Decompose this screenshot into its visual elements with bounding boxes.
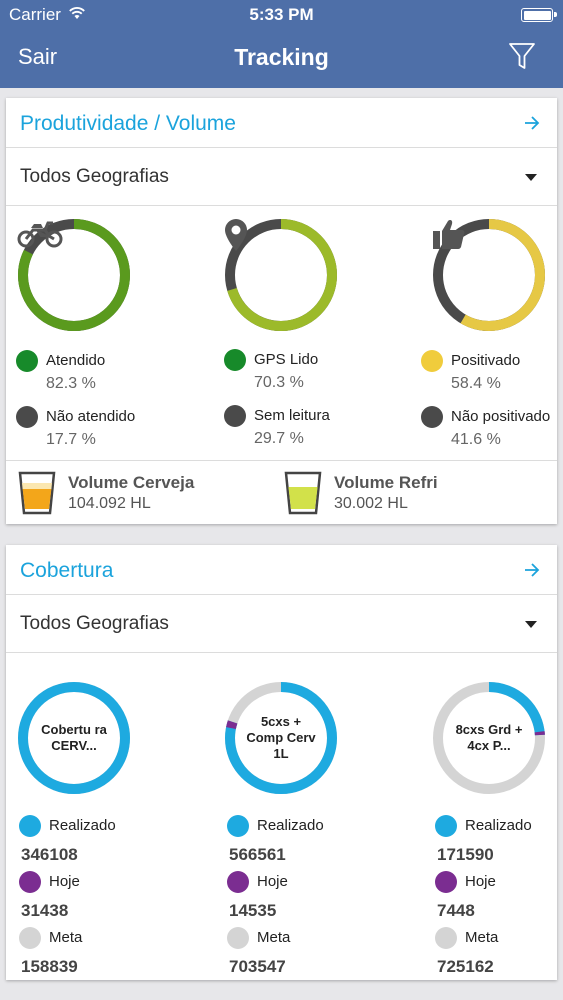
volume-refri-value: 30.002 HL: [334, 495, 408, 512]
app-header: Carrier 5:33 PM Sair Tracking: [0, 0, 563, 88]
legend-dot: [19, 927, 41, 949]
legend-label: Meta: [465, 929, 499, 946]
legend-dot: [435, 871, 457, 893]
thumbs-up-icon: [433, 220, 465, 249]
legend-dot: [227, 927, 249, 949]
motorcycle-icon: [17, 221, 63, 248]
caret-down-icon: [525, 174, 537, 181]
geo-dropdown-value: Todos Geografias: [20, 166, 169, 187]
legend-dot: [435, 815, 457, 837]
legend-label: Hoje: [257, 873, 288, 890]
legend-value: 31438: [21, 901, 69, 920]
gps-ring: [224, 218, 338, 332]
productivity-card: Produtividade / Volume Todos Geografias: [6, 98, 557, 524]
legend-value: 17.7 %: [46, 431, 96, 448]
legend-value: 346108: [21, 845, 78, 864]
coverage-ring-label: 5cxs + Comp Cerv 1L: [246, 714, 316, 761]
legend-dot: [19, 815, 41, 837]
caret-down-icon: [525, 621, 537, 628]
coverage-ring: Cobertu ra CERV...: [17, 681, 131, 795]
legend-label: GPS Lido: [254, 351, 319, 368]
filter-icon[interactable]: [507, 40, 537, 72]
legend-dot: [19, 871, 41, 893]
legend-dot: [421, 406, 443, 428]
arrow-right-icon[interactable]: [523, 561, 541, 579]
legend-label: Meta: [257, 929, 291, 946]
legend-dot: [224, 349, 246, 371]
battery-icon: [521, 8, 557, 22]
legend-label: Não positivado: [451, 408, 551, 425]
legend-dot: [435, 927, 457, 949]
page-title: Tracking: [234, 44, 329, 70]
legend-value: 171590: [437, 845, 494, 864]
beer-glass-icon: [18, 471, 56, 515]
location-pin-icon: [225, 219, 247, 251]
legend-label: Meta: [49, 929, 83, 946]
coverage-card-title: Cobertura: [20, 559, 114, 582]
volume-cerveja-value: 104.092 HL: [68, 495, 151, 512]
legend-value: 82.3 %: [46, 375, 96, 392]
arrow-right-icon[interactable]: [523, 114, 541, 132]
legend-value: 7448: [437, 901, 475, 920]
legend-value: 703547: [229, 957, 286, 976]
legend-label: Realizado: [49, 817, 116, 834]
legend-value: 41.6 %: [451, 431, 501, 448]
geo-dropdown-value: Todos Geografias: [20, 613, 169, 634]
legend-dot: [421, 350, 443, 372]
legend-label: Não atendido: [46, 408, 136, 425]
clock: 5:33 PM: [249, 5, 314, 24]
productivity-card-title: Produtividade / Volume: [20, 112, 236, 135]
legend-label: Positivado: [451, 352, 521, 369]
coverage-card: Cobertura Todos Geografias Cobertu ra CE…: [6, 545, 557, 980]
coverage-geo-dropdown[interactable]: Todos Geografias: [6, 595, 557, 653]
positivation-ring: [432, 218, 546, 332]
legend-dot: [224, 405, 246, 427]
legend-value: 158839: [21, 957, 78, 976]
legend-value: 14535: [229, 901, 277, 920]
volume-row: Volume Cerveja 104.092 HL Volume Refri 3…: [6, 460, 557, 524]
legend-dot: [227, 815, 249, 837]
volume-cerveja-title: Volume Cerveja: [68, 473, 195, 492]
legend-value: 725162: [437, 957, 494, 976]
legend-label: Sem leitura: [254, 407, 330, 424]
coverage-ring-label: 8cxs Grd + 4cx P...: [455, 722, 523, 753]
legend-dot: [227, 871, 249, 893]
legend-value: 566561: [229, 845, 286, 864]
coverage-ring-label: Cobertu ra CERV...: [41, 722, 107, 753]
volume-refri-title: Volume Refri: [334, 473, 438, 492]
productivity-geo-dropdown[interactable]: Todos Geografias: [6, 148, 557, 206]
coverage-ring: 5cxs + Comp Cerv 1L: [224, 681, 338, 795]
soda-glass-icon: [284, 471, 322, 515]
legend-label: Realizado: [465, 817, 532, 834]
legend-dot: [16, 350, 38, 372]
legend-dot: [16, 406, 38, 428]
coverage-ring: 8cxs Grd + 4cx P...: [432, 681, 546, 795]
legend-label: Realizado: [257, 817, 324, 834]
coverage-card-header[interactable]: Cobertura: [6, 545, 557, 595]
legend-value: 29.7 %: [254, 430, 304, 447]
legend-value: 70.3 %: [254, 374, 304, 391]
status-bar: Carrier 5:33 PM: [0, 0, 563, 30]
legend-value: 58.4 %: [451, 375, 501, 392]
attendance-ring: [17, 218, 131, 332]
legend-label: Hoje: [49, 873, 80, 890]
productivity-card-header[interactable]: Produtividade / Volume: [6, 98, 557, 148]
legend-label: Atendido: [46, 352, 106, 369]
legend-label: Hoje: [465, 873, 496, 890]
